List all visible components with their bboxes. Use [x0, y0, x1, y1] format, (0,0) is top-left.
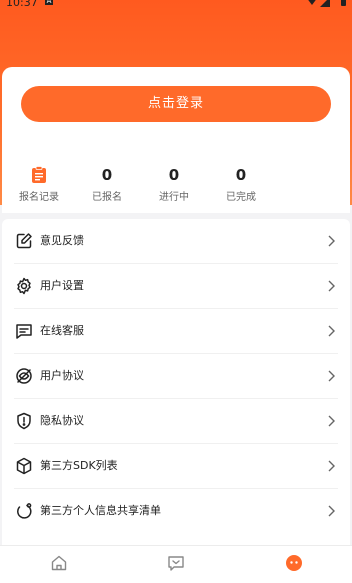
clipboard-icon [32, 166, 46, 183]
chevron-right-icon [328, 370, 335, 382]
cube-icon [16, 457, 32, 475]
status-bar: 10:37 A [0, 0, 352, 12]
bottom-tab-bar [0, 545, 352, 583]
menu-item-info-sharing-list[interactable]: 第三方个人信息共享清单 [2, 489, 350, 534]
stats-row: 报名记录 0 已报名 0 进行中 0 已完成 [2, 162, 350, 203]
chevron-right-icon [328, 415, 335, 427]
menu-item-label: 在线客服 [40, 324, 84, 337]
tab-home[interactable] [0, 546, 117, 583]
menu-item-third-party-sdk[interactable]: 第三方SDK列表 [2, 444, 350, 489]
login-button[interactable]: 点击登录 [21, 86, 331, 122]
menu-item-label: 意见反馈 [40, 234, 84, 247]
signal-icon [320, 0, 330, 7]
tab-profile[interactable] [235, 546, 352, 583]
menu-item-label: 第三方SDK列表 [40, 459, 118, 472]
notification-badge: A [45, 0, 53, 5]
menu-item-user-settings[interactable]: 用户设置 [2, 264, 350, 309]
share-icon [17, 503, 32, 519]
wifi-icon [306, 0, 318, 5]
home-icon [51, 555, 66, 571]
menu-item-label: 隐私协议 [40, 414, 84, 427]
tab-messages[interactable] [117, 546, 234, 583]
profile-icon [285, 555, 302, 571]
chevron-right-icon [328, 280, 335, 292]
edit-icon [16, 233, 32, 249]
status-time: 10:37 [6, 0, 38, 9]
menu-item-label: 第三方个人信息共享清单 [40, 504, 161, 517]
profile-card: 点击登录 报名记录 0 已报名 0 进行中 0 已完成 [2, 67, 350, 213]
chevron-right-icon [328, 325, 335, 337]
stat-value: 0 [235, 166, 247, 184]
menu-item-label: 用户设置 [40, 279, 84, 292]
menu-item-online-service[interactable]: 在线客服 [2, 309, 350, 354]
stat-label: 已完成 [226, 192, 256, 203]
shield-alert-icon [17, 412, 31, 430]
menu-item-feedback[interactable]: 意见反馈 [2, 219, 350, 264]
menu-item-user-agreement[interactable]: 用户协议 [2, 354, 350, 399]
stat-completed[interactable]: 0 已完成 [201, 162, 281, 203]
chevron-right-icon [328, 460, 335, 472]
menu-item-privacy-agreement[interactable]: 隐私协议 [2, 399, 350, 444]
chevron-right-icon [328, 235, 335, 247]
gear-icon [17, 277, 31, 295]
settings-menu: 意见反馈 用户设置 在线客服 用户协议 隐私协议 第三方SDK列表 第三方个人信… [2, 219, 350, 545]
chat-icon [16, 324, 32, 339]
eye-off-icon [16, 368, 32, 384]
menu-item-label: 用户协议 [40, 369, 84, 382]
chevron-right-icon [328, 505, 335, 517]
message-icon [167, 556, 184, 571]
battery-icon [341, 0, 346, 6]
status-indicators [306, 0, 346, 7]
